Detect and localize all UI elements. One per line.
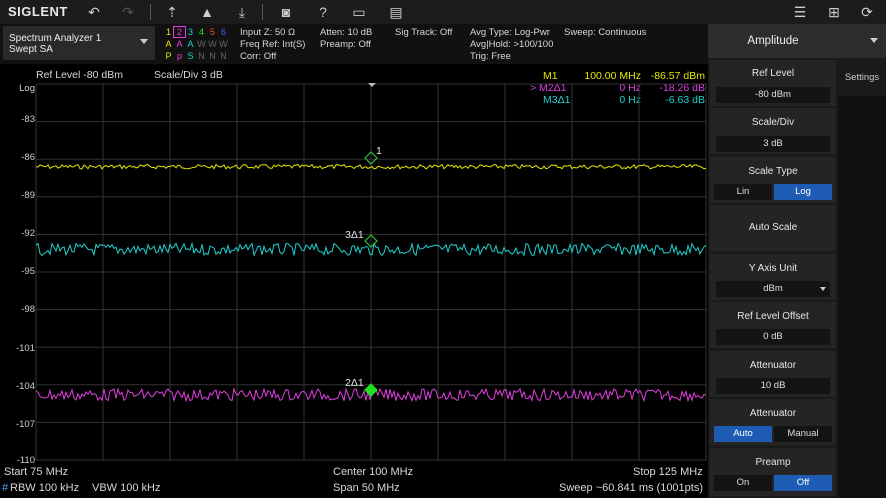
marker-2-diamond[interactable] <box>364 383 378 397</box>
attenuator-manual-option[interactable]: Manual <box>774 426 832 442</box>
marker-to-icon[interactable]: ⤓ <box>232 3 252 21</box>
trace-mode: W <box>219 39 228 49</box>
preamp-control[interactable]: Preamp On Off <box>710 448 836 496</box>
preamp-on-option[interactable]: On <box>714 475 772 491</box>
input-impedance: Input Z: 50 Ω <box>240 27 296 38</box>
rbw-manual-flag: # <box>2 482 9 494</box>
menu-list-icon[interactable]: ☰ <box>790 3 810 21</box>
ref-level-field[interactable]: -80 dBm <box>716 87 830 103</box>
panel-dropdown[interactable] <box>838 24 886 58</box>
trace-detector: N <box>198 51 205 61</box>
trace-detector: S <box>187 51 194 61</box>
marker-3-label: 3Δ1 <box>345 229 364 241</box>
y-axis-unit-control[interactable]: Y Axis Unit dBm <box>710 254 836 300</box>
center-frequency-indicator <box>368 83 376 87</box>
scale-type-control[interactable]: Scale Type Lin Log <box>710 157 836 203</box>
avg-type-info: Avg Type: Log-Pwr <box>470 27 550 38</box>
message-icon[interactable]: ▤ <box>386 3 406 21</box>
attenuator-mode-label: Attenuator <box>749 408 797 419</box>
trace-detector: N <box>209 51 216 61</box>
trace-detector: P <box>165 51 172 61</box>
chevron-down-icon <box>870 38 878 43</box>
stop-frequency[interactable]: Stop 125 MHz <box>633 466 703 478</box>
auto-scale-button[interactable]: Auto Scale <box>710 205 836 251</box>
preamp-label: Preamp <box>755 457 791 468</box>
chevron-down-icon <box>140 39 148 44</box>
analyzer-name: Spectrum Analyzer 1 <box>9 33 102 44</box>
attenuator-field[interactable]: 10 dB <box>716 378 830 394</box>
sweep-mode-info: Sweep: Continuous <box>564 27 647 38</box>
trace-number: 2 <box>173 26 186 38</box>
trace-mode: A <box>176 39 183 49</box>
attenuator-value-control[interactable]: Attenuator 10 dB <box>710 351 836 397</box>
span-value[interactable]: Span 50 MHz <box>333 482 400 494</box>
ref-level-label: Ref Level <box>751 68 795 79</box>
ref-level-offset-field[interactable]: 0 dB <box>716 329 830 345</box>
vbw-value[interactable]: VBW 100 kHz <box>92 482 160 494</box>
tab-settings[interactable]: Settings <box>838 58 886 96</box>
rbw-value[interactable]: RBW 100 kHz <box>10 482 79 494</box>
center-frequency[interactable]: Center 100 MHz <box>333 466 413 478</box>
screenshot-icon[interactable]: ◙ <box>276 3 296 21</box>
preamp-off-option[interactable]: Off <box>774 475 832 491</box>
trace-detector: N <box>220 51 227 61</box>
marker-2-label: 2Δ1 <box>345 377 364 389</box>
auto-scale-label: Auto Scale <box>748 222 798 233</box>
scale-type-log-option[interactable]: Log <box>774 184 832 200</box>
marker-icon[interactable]: ▲ <box>197 3 217 21</box>
siglent-logo: SIGLENT <box>8 4 68 19</box>
trace-number: 1 <box>165 27 171 37</box>
scale-div-label: Scale/Div <box>751 117 795 128</box>
chevron-down-icon <box>820 287 826 291</box>
ref-level-control[interactable]: Ref Level -80 dBm <box>710 60 836 106</box>
sweep-time[interactable]: Sweep ~60.841 ms (1001pts) <box>559 482 703 494</box>
amplitude-panel: Amplitude Settings Ref Level -80 dBm Sca… <box>708 24 886 498</box>
power-icon[interactable]: ⟳ <box>857 3 877 21</box>
peak-search-icon[interactable]: ⇡ <box>162 3 182 21</box>
preamp-info: Preamp: Off <box>320 39 372 50</box>
redo-icon[interactable]: ↷ <box>118 3 138 21</box>
freq-ref: Freq Ref: Int(S) <box>240 39 306 50</box>
trace-number: 5 <box>209 27 215 37</box>
trace-number: 4 <box>198 27 204 37</box>
scale-type-lin-option[interactable]: Lin <box>714 184 772 200</box>
correction: Corr: Off <box>240 51 277 62</box>
sig-track-info: Sig Track: Off <box>395 27 453 38</box>
toolbar-divider <box>262 4 263 20</box>
trace-mode: W <box>208 39 217 49</box>
graticule-grid <box>35 83 707 461</box>
start-frequency[interactable]: Start 75 MHz <box>4 466 68 478</box>
marker-1-label: 1 <box>376 145 382 157</box>
analyzer-mode: Swept SA <box>9 44 53 55</box>
settings-column <box>838 96 886 498</box>
analyzer-selector[interactable]: Spectrum Analyzer 1 Swept SA <box>3 26 155 60</box>
avg-hold-info: Avg|Hold: >100/100 <box>470 39 554 50</box>
panel-title[interactable]: Amplitude <box>708 24 838 58</box>
scale-type-label: Scale Type <box>748 166 798 177</box>
attenuator-label: Attenuator <box>749 360 797 371</box>
trace-number: 3 <box>187 27 193 37</box>
help-icon[interactable]: ? <box>313 3 333 21</box>
folder-icon[interactable]: ▭ <box>349 3 369 21</box>
y-axis-unit-select[interactable]: dBm <box>716 281 830 297</box>
trace-mode: A <box>165 39 172 49</box>
attenuator-auto-option[interactable]: Auto <box>714 426 772 442</box>
network-icon[interactable]: ⊞ <box>824 3 844 21</box>
atten-info: Atten: 10 dB <box>320 27 373 38</box>
ref-level-offset-label: Ref Level Offset <box>737 311 809 322</box>
trace-mode: W <box>197 39 206 49</box>
trig-info: Trig: Free <box>470 51 511 62</box>
undo-icon[interactable]: ↶ <box>84 3 104 21</box>
ref-level-offset-control[interactable]: Ref Level Offset 0 dB <box>710 302 836 348</box>
scale-div-control[interactable]: Scale/Div 3 dB <box>710 108 836 154</box>
top-toolbar: SIGLENT ↶ ↷ ⇡ ▲ ⤓ ◙ ? ▭ ▤ ☰ ⊞ ⟳ <box>0 0 886 25</box>
attenuator-mode-control[interactable]: Attenuator Auto Manual <box>710 399 836 445</box>
scale-div-field[interactable]: 3 dB <box>716 136 830 152</box>
spectrum-graticule: 1 3Δ1 2Δ1 <box>35 83 707 461</box>
trace-mode: A <box>187 39 194 49</box>
y-axis-unit-label: Y Axis Unit <box>748 263 798 274</box>
trace-number: 6 <box>220 27 226 37</box>
trace-detector: p <box>176 51 182 61</box>
toolbar-divider <box>150 4 151 20</box>
